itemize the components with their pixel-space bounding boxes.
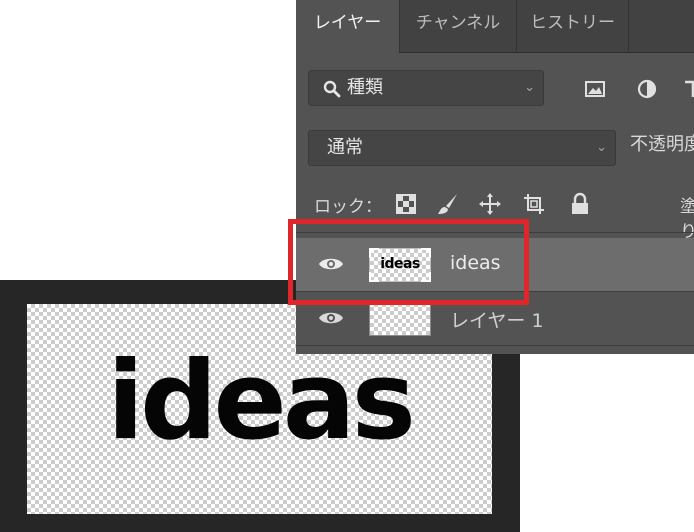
layer-filter-dropdown[interactable]: 種類 ⌄	[308, 70, 544, 106]
tab-channels[interactable]: チャンネル	[400, 0, 517, 52]
lock-label: ロック：	[314, 197, 382, 217]
chevron-down-icon: ⌄	[596, 140, 607, 155]
filter-kind-label: 種類	[347, 77, 383, 98]
blend-mode-value: 通常	[327, 137, 363, 158]
eye-icon[interactable]	[318, 308, 344, 328]
lock-image-pixels-icon[interactable]	[436, 192, 460, 216]
layer-thumbnail	[369, 302, 431, 336]
search-icon	[323, 80, 341, 98]
image-filter-icon[interactable]	[584, 78, 606, 100]
canvas-text-ideas[interactable]: ideas	[27, 348, 492, 456]
fill-label: 塗り	[680, 197, 694, 242]
tab-history[interactable]: ヒストリー	[517, 0, 629, 52]
lock-position-icon[interactable]	[478, 192, 502, 216]
chevron-down-icon: ⌄	[524, 80, 535, 95]
layer-name[interactable]: レイヤー 1	[450, 306, 544, 333]
tab-layers[interactable]: レイヤー	[296, 0, 400, 53]
opacity-label: 不透明度	[630, 134, 694, 155]
lock-artboard-icon[interactable]	[522, 192, 546, 216]
lock-all-icon[interactable]	[568, 192, 592, 216]
adjustment-filter-icon[interactable]	[636, 78, 658, 100]
panel-tab-bar: レイヤー チャンネル ヒストリー	[296, 0, 694, 53]
lock-row: ロック： 塗り	[296, 186, 694, 242]
highlight-box	[288, 219, 529, 305]
lock-transparent-pixels-icon[interactable]	[394, 192, 418, 216]
text-filter-icon[interactable]	[682, 78, 694, 100]
blend-mode-dropdown[interactable]: 通常 ⌄	[308, 130, 616, 166]
